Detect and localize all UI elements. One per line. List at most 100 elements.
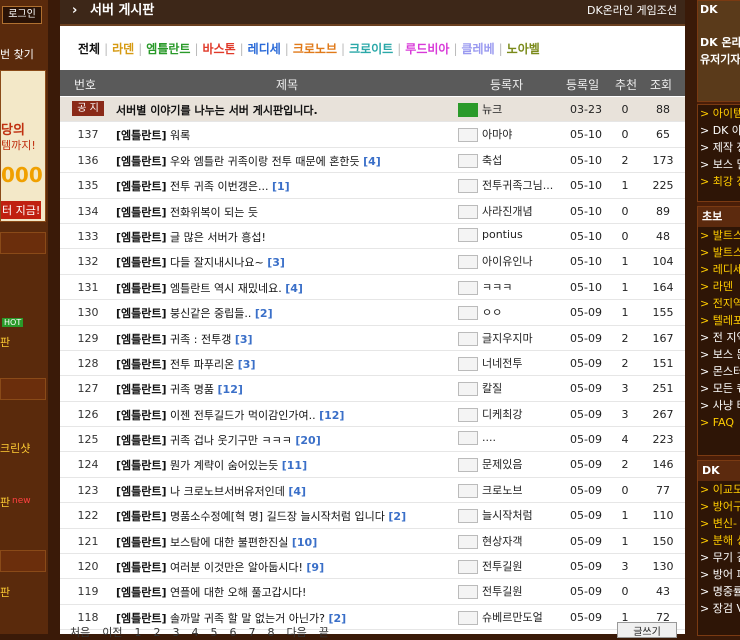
notice-row[interactable]: 공 지 서버별 이야기를 나누는 서버 게시판입니다. 뉴크 03-23 0 8… [60, 97, 685, 123]
post-subject[interactable]: [엠틀란트] 우와 엠틀란 귀족이랑 전투 때문에 혼한듯 [4] [116, 153, 381, 169]
post-subject[interactable]: [엠틀란트] 귀족 겁나 웃기구만 ㅋㅋㅋ [20] [116, 432, 321, 448]
find-link[interactable]: 번 찾기 [0, 46, 34, 62]
right-menu-item[interactable]: > 분해 성 [698, 532, 740, 549]
table-row[interactable]: 124 [엠틀란트] 뭔가 계략이 숨어있는듯 [11] 문제있음 05-09 2 146 [60, 452, 685, 478]
post-author[interactable]: 슈베르만도얼 [458, 609, 543, 625]
tab-2[interactable]: 엠틀란트 [146, 42, 190, 56]
author-name[interactable]: 크로노브 [482, 484, 522, 497]
post-subject[interactable]: [엠틀란트] 전투 파푸리온 [3] [116, 356, 255, 372]
post-subject[interactable]: [엠틀란트] 글 많은 서버가 흥섭! [116, 229, 266, 245]
post-subject[interactable]: [엠틀란트] 나 크로노브서버유저인데 [4] [116, 483, 306, 499]
post-subject[interactable]: [엠틀란트] 여러분 이것만은 알아둡시다! [9] [116, 559, 324, 575]
tab-8[interactable]: 클레베 [462, 42, 495, 56]
right-promo[interactable]: DK DK 온라 유저기자 [697, 0, 740, 102]
right-menu-item[interactable]: > 몬스터 [698, 363, 740, 380]
login-button[interactable]: 로그인 [2, 6, 42, 24]
pager-page[interactable]: 4 [192, 626, 199, 639]
post-title[interactable]: 다들 잘지내시나요~ [170, 256, 264, 269]
table-row[interactable]: 137 [엠틀란트] 워록 아마야 05-10 0 65 [60, 122, 685, 148]
post-subject[interactable]: [엠틀란트] 전화위복이 되는 듯 [116, 204, 258, 220]
table-row[interactable]: 131 [엠틀란트] 엠틀란트 역시 재밌네요. [4] ㅋㅋㅋ 05-10 1 164 [60, 275, 685, 301]
comment-count[interactable]: [12] [319, 409, 344, 422]
right-menu-item[interactable]: > 아이템 [698, 105, 740, 122]
tab-6[interactable]: 크로이트 [349, 42, 393, 56]
post-title[interactable]: 귀족 겁나 웃기구만 ㅋㅋㅋ [170, 434, 292, 447]
post-title[interactable]: 붕신같은 중립들.. [170, 307, 251, 320]
table-row[interactable]: 132 [엠틀란트] 다들 잘지내시나요~ [3] 아이유인나 05-10 1 104 [60, 249, 685, 275]
post-title[interactable]: 귀족 : 전투갱 [170, 333, 231, 346]
right-menu-item[interactable]: > 보스 몬 [698, 346, 740, 363]
post-author[interactable]: 문제있음 [458, 456, 522, 473]
right-menu-item[interactable]: > FAQ [698, 414, 740, 431]
post-author[interactable]: ㅇㅇ [458, 304, 502, 321]
left-link[interactable]: 판 [0, 334, 10, 350]
author-name[interactable]: 칼질 [482, 382, 502, 395]
post-subject[interactable]: [엠틀란트] 보스탐에 대한 불편한진실 [10] [116, 534, 317, 550]
author-name[interactable]: .... [482, 431, 496, 444]
post-subject[interactable]: [엠틀란트] 귀족 : 전투갱 [3] [116, 331, 253, 347]
tab-9[interactable]: 노아벨 [507, 42, 540, 56]
author-name[interactable]: 전투길원 [482, 585, 522, 598]
pager-first[interactable]: 처음 [70, 626, 90, 639]
post-title[interactable]: 글 많은 서버가 흥섭! [170, 231, 266, 244]
post-subject[interactable]: [엠틀란트] 워록 [116, 127, 190, 143]
author-name[interactable]: ㅇㅇ [482, 306, 502, 319]
author-name[interactable]: 슈베르만도얼 [482, 611, 543, 624]
post-title[interactable]: 솔까말 귀족 할 말 없는거 아닌가? [170, 612, 325, 625]
pager-page[interactable]: 8 [268, 626, 275, 639]
table-row[interactable]: 119 [엠틀란트] 연플에 대한 오해 풀고갑시다! 전투길원 05-09 0 43 [60, 579, 685, 605]
post-author[interactable]: 전투길원 [458, 558, 522, 575]
comment-count[interactable]: [3] [238, 358, 256, 371]
right-menu-item[interactable]: > 발트스 [698, 244, 740, 261]
post-title[interactable]: 뭔가 계략이 숨어있는듯 [170, 459, 278, 472]
post-subject[interactable]: [엠틀란트] 엠틀란트 역시 재밌네요. [4] [116, 280, 303, 296]
post-title[interactable]: 귀족 명품 [170, 383, 214, 396]
post-author[interactable]: 칼질 [458, 380, 502, 397]
right-menu-item[interactable]: > 전 지역 [698, 329, 740, 346]
post-author[interactable]: 사라진개념 [458, 203, 533, 219]
right-menu-item[interactable]: > 장검 V [698, 600, 740, 617]
post-author[interactable]: 아이유인나 [458, 253, 533, 270]
right-menu-item[interactable]: > 텔레포 [698, 312, 740, 329]
right-menu-item[interactable]: > 이교도 [698, 481, 740, 498]
author-name[interactable]: 너네전투 [482, 357, 522, 370]
right-menu-item[interactable]: > 전지역 [698, 295, 740, 312]
ad-banner[interactable]: 당의 템까지! 000 터 지금! [0, 70, 46, 222]
table-row[interactable]: 135 [엠틀란트] 전투 귀족 이번갱은... [1] 전투귀족그님... 05-1… [60, 173, 685, 199]
post-title[interactable]: 전투 귀족 이번갱은... [170, 180, 268, 193]
right-menu-item[interactable]: > 발트스 [698, 227, 740, 244]
post-author[interactable]: 디케최강 [458, 406, 522, 422]
table-row[interactable]: 136 [엠틀란트] 우와 엠틀란 귀족이랑 전투 때문에 혼한듯 [4] 축섭 05… [60, 148, 685, 174]
post-author[interactable]: 아마야 [458, 126, 512, 143]
post-title[interactable]: 전화위복이 되는 듯 [170, 206, 258, 219]
right-menu-item[interactable]: > DK 아 [698, 122, 740, 139]
author-name[interactable]: 사라진개념 [482, 205, 533, 218]
comment-count[interactable]: [2] [388, 510, 406, 523]
write-button[interactable]: 글쓰기 [617, 622, 677, 638]
right-menu-item[interactable]: > 방어 피 [698, 566, 740, 583]
table-row[interactable]: 129 [엠틀란트] 귀족 : 전투갱 [3] 글지우지마 05-09 2 167 [60, 326, 685, 351]
author-name[interactable]: 전투길원 [482, 560, 522, 573]
right-menu-item[interactable]: > 변신- [698, 515, 740, 532]
table-row[interactable]: 125 [엠틀란트] 귀족 겁나 웃기구만 ㅋㅋㅋ [20].... 05-09 4 2… [60, 427, 685, 453]
post-subject[interactable]: [엠틀란트] 다들 잘지내시나요~ [3] [116, 254, 285, 270]
author-name[interactable]: 아마야 [482, 128, 512, 141]
comment-count[interactable]: [1] [272, 180, 290, 193]
post-author[interactable]: pontius [458, 227, 523, 242]
author-name[interactable]: ㅋㅋㅋ [482, 281, 512, 294]
pager-page[interactable]: 7 [249, 626, 256, 639]
post-author[interactable]: ㅋㅋㅋ [458, 279, 512, 295]
author-name[interactable]: 현상자객 [482, 535, 522, 548]
post-title[interactable]: 전투 파푸리온 [170, 358, 234, 371]
post-author[interactable]: 글지우지마 [458, 330, 533, 346]
author-name[interactable]: 전투귀족그님... [482, 179, 553, 192]
post-subject[interactable]: [엠틀란트] 붕신같은 중립들.. [2] [116, 305, 273, 321]
tab-3[interactable]: 바스톤 [203, 42, 236, 56]
right-menu-item[interactable]: > 명중률 [698, 583, 740, 600]
right-menu-item[interactable]: > 레디세 [698, 261, 740, 278]
pager-page[interactable]: 3 [173, 626, 180, 639]
post-title[interactable]: 이젠 전투길드가 먹이감인가여.. [170, 409, 316, 422]
table-row[interactable]: 121 [엠틀란트] 보스탐에 대한 불편한진실 [10] 현상자객 05-09 1 15… [60, 529, 685, 555]
post-title[interactable]: 우와 엠틀란 귀족이랑 전투 때문에 혼한듯 [170, 155, 360, 168]
comment-count[interactable]: [11] [282, 459, 307, 472]
